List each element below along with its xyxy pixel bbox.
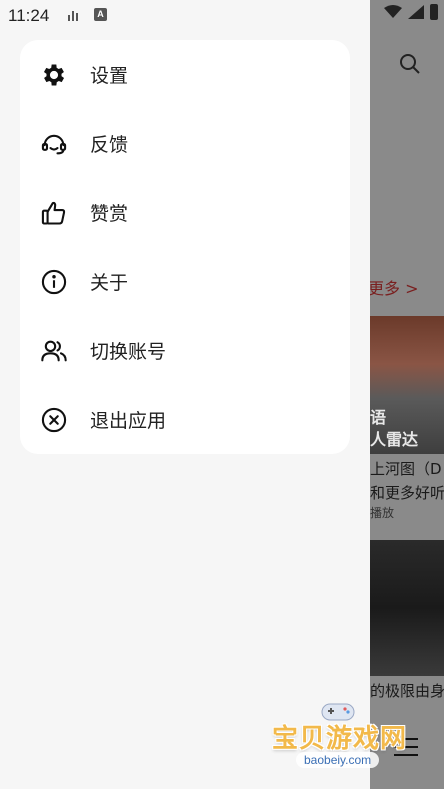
battery-icon	[430, 4, 438, 20]
headset-icon	[40, 130, 68, 158]
video-thumbnail[interactable]	[370, 540, 444, 676]
menu-item-label: 赞赏	[90, 203, 129, 225]
info-icon	[40, 268, 68, 296]
status-bar: 11:24 A	[0, 0, 370, 30]
menu-item-settings[interactable]: 设置	[20, 40, 350, 109]
video-thumbnail[interactable]: 语 人雷达	[370, 316, 444, 454]
search-icon[interactable]	[398, 52, 422, 76]
data-activity-icon	[68, 11, 78, 21]
status-icons-right	[384, 4, 438, 20]
users-icon	[40, 337, 68, 365]
menu-item-switch-account[interactable]: 切换账号	[20, 316, 350, 385]
watermark-title: 宝贝游戏网	[272, 724, 408, 754]
menu-item-feedback[interactable]: 反馈	[20, 109, 350, 178]
side-drawer: 11:24 A 设置 反馈 赞赏 关于 切换账号 退出应用	[0, 0, 370, 789]
menu-item-reward[interactable]: 赞赏	[20, 178, 350, 247]
menu-item-label: 退出应用	[90, 410, 167, 432]
status-time: 11:24	[8, 6, 50, 25]
video-title[interactable]: 的极限由身	[370, 680, 444, 701]
wifi-icon	[384, 5, 402, 18]
signal-icon	[408, 5, 424, 19]
watermark-logo: 宝贝游戏网 baobeiy.com	[268, 700, 418, 780]
menu-item-label: 反馈	[90, 134, 129, 156]
video-title[interactable]: 和更多好听	[370, 482, 444, 503]
gear-icon	[40, 61, 68, 89]
menu-card: 设置 反馈 赞赏 关于 切换账号 退出应用	[20, 40, 350, 454]
menu-item-label: 设置	[90, 65, 129, 87]
close-circle-icon	[40, 406, 68, 434]
video-title[interactable]: 上河图（D	[370, 458, 442, 479]
menu-item-exit-app[interactable]: 退出应用	[20, 385, 350, 454]
watermark-url: baobeiy.com	[296, 752, 380, 768]
more-link[interactable]: 更多 >	[368, 275, 419, 299]
menu-item-label: 关于	[90, 272, 129, 294]
thumbnail-text: 人雷达	[370, 430, 419, 449]
notification-a-icon: A	[94, 8, 107, 21]
menu-item-label: 切换账号	[90, 341, 167, 363]
video-meta: 播放	[370, 506, 395, 520]
thumbnail-text: 语	[370, 408, 387, 427]
menu-item-about[interactable]: 关于	[20, 247, 350, 316]
thumbs-up-icon	[40, 199, 68, 227]
